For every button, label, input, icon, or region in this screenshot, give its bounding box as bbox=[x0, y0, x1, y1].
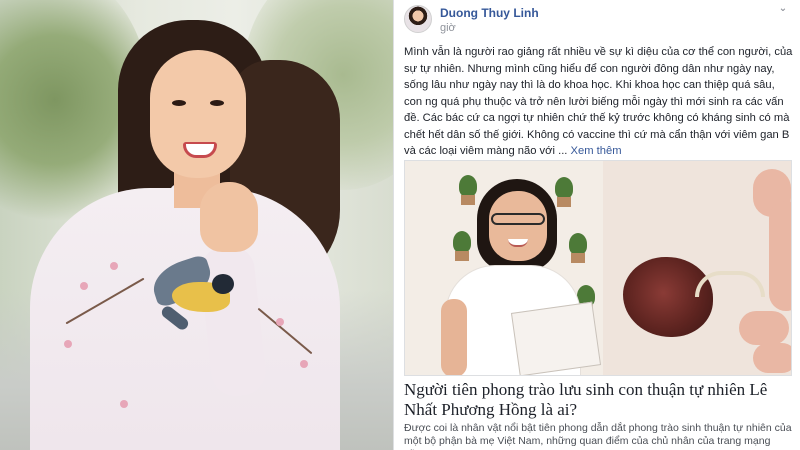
more-options-icon[interactable]: ⌄ bbox=[775, 4, 791, 14]
blossom-pattern bbox=[276, 318, 284, 326]
plant-pot bbox=[461, 195, 475, 205]
book bbox=[510, 301, 602, 375]
author-name-link[interactable]: Duong Thuy Linh bbox=[440, 6, 539, 20]
post-header: Duong Thuy Linh giờ ⌄ bbox=[394, 0, 800, 40]
plant-pot bbox=[571, 253, 585, 263]
placenta bbox=[623, 257, 713, 337]
blossom-pattern bbox=[80, 282, 88, 290]
link-preview-image[interactable] bbox=[404, 160, 792, 376]
eye bbox=[210, 100, 224, 106]
post-timestamp[interactable]: giờ bbox=[440, 22, 456, 34]
bird-head bbox=[212, 274, 234, 294]
wall-plant bbox=[555, 177, 573, 199]
eye bbox=[172, 100, 186, 106]
woman-hand bbox=[200, 182, 258, 252]
wall-plant bbox=[459, 175, 477, 197]
post-text: Mình vẫn là người rao giảng rất nhiều về… bbox=[404, 46, 793, 157]
wall-plant bbox=[453, 231, 471, 253]
baby-body bbox=[769, 201, 791, 311]
baby-leg bbox=[753, 343, 791, 373]
post-body: Mình vẫn là người rao giảng rất nhiều về… bbox=[404, 44, 794, 160]
see-more-link[interactable]: Xem thêm bbox=[571, 145, 622, 157]
woman-face bbox=[489, 191, 547, 261]
glasses bbox=[491, 213, 545, 225]
author-photo bbox=[405, 161, 603, 375]
link-preview-title[interactable]: Người tiên phong trào lưu sinh con thuận… bbox=[404, 380, 792, 420]
umbilical-cord bbox=[695, 271, 765, 297]
placenta-photo bbox=[603, 161, 791, 375]
link-preview-description: Được coi là nhân vật nổi bật tiên phong … bbox=[404, 422, 792, 450]
blossom-pattern bbox=[300, 360, 308, 368]
wall-plant bbox=[569, 233, 587, 255]
plant-pot bbox=[557, 197, 571, 207]
woman-arm bbox=[441, 299, 467, 375]
blossom-pattern bbox=[64, 340, 72, 348]
baby-leg bbox=[739, 311, 789, 345]
woman-face bbox=[150, 50, 246, 178]
blossom-pattern bbox=[120, 400, 128, 408]
author-avatar[interactable] bbox=[404, 5, 432, 33]
blossom-pattern bbox=[110, 262, 118, 270]
book-cover-text bbox=[519, 314, 584, 323]
facebook-post: Duong Thuy Linh giờ ⌄ Mình vẫn là người … bbox=[393, 0, 800, 450]
portrait-photo bbox=[0, 0, 393, 450]
plant-pot bbox=[455, 251, 469, 261]
